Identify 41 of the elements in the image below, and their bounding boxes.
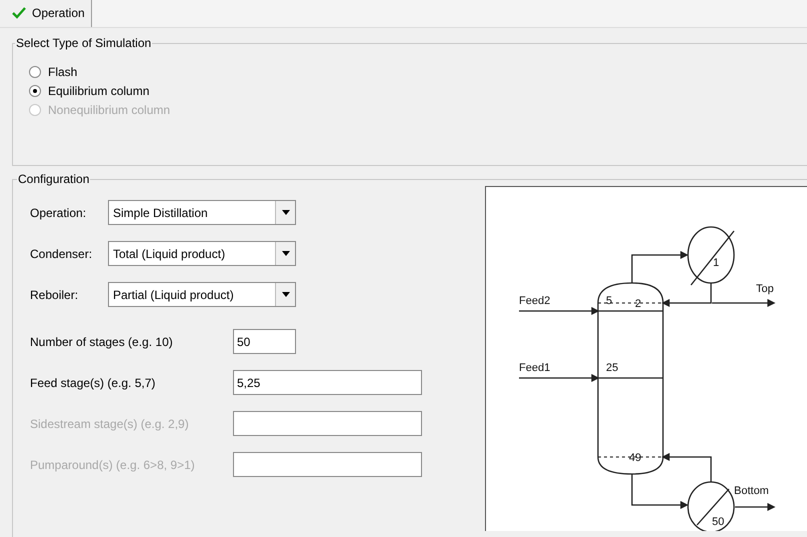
dropdown[interactable]: Total (Liquid product) (108, 241, 296, 266)
radio-label: Equilibrium column (48, 82, 150, 100)
feed-tray-line (598, 377, 663, 379)
operation-tab[interactable]: Operation (0, 0, 92, 27)
top-label: Top (756, 283, 774, 295)
radio-button[interactable] (29, 66, 41, 78)
stage-number: 25 (606, 362, 618, 374)
stage-number: 2 (635, 298, 642, 310)
reboiler-drawing (687, 481, 735, 531)
checkmark-icon (12, 7, 26, 19)
dropdown[interactable]: Simple Distillation (108, 200, 296, 225)
radio-button[interactable] (29, 84, 41, 96)
stage-number: 49 (629, 452, 642, 464)
feed-tray-line (598, 310, 663, 312)
feed-label: Feed1 (519, 362, 550, 374)
stage-number: 1 (713, 257, 720, 269)
dropdown-label: Reboiler: (30, 286, 80, 304)
field-label: Number of stages (e.g. 10) (30, 334, 174, 350)
dropdown[interactable]: Partial (Liquid product) (108, 282, 296, 307)
stage-number: 50 (712, 516, 724, 528)
condenser-drawing (687, 226, 735, 286)
field-label: Feed stage(s) (e.g. 5,7) (30, 374, 156, 392)
group-title: Select Type of Simulation (15, 35, 152, 52)
bottom-label: Bottom (734, 485, 769, 497)
vapor-line-arrow (631, 250, 688, 283)
radio-label: Nonequilibrium column (48, 102, 170, 118)
dropdown-label: Operation: (30, 204, 88, 222)
group-title: Configuration (17, 171, 90, 188)
field-label: Pumparound(s) (e.g. 6>8, 9>1) (30, 456, 196, 474)
boilup-line-arrow (662, 452, 712, 482)
input-field[interactable]: 5,25 (233, 370, 422, 395)
field-label: Sidestream stage(s) (e.g. 2,9) (30, 416, 190, 432)
input-field[interactable]: 50 (233, 329, 296, 354)
stage-number: 5 (606, 295, 612, 307)
reflux-line-arrow (662, 283, 712, 308)
dropdown-label: Condenser: (30, 246, 94, 262)
bottoms-line-arrow (631, 474, 688, 510)
feed-label: Feed2 (519, 295, 550, 307)
top-product-arrow (712, 298, 776, 308)
bottom-product-arrow (735, 502, 776, 512)
radio-label: Flash (48, 64, 78, 80)
